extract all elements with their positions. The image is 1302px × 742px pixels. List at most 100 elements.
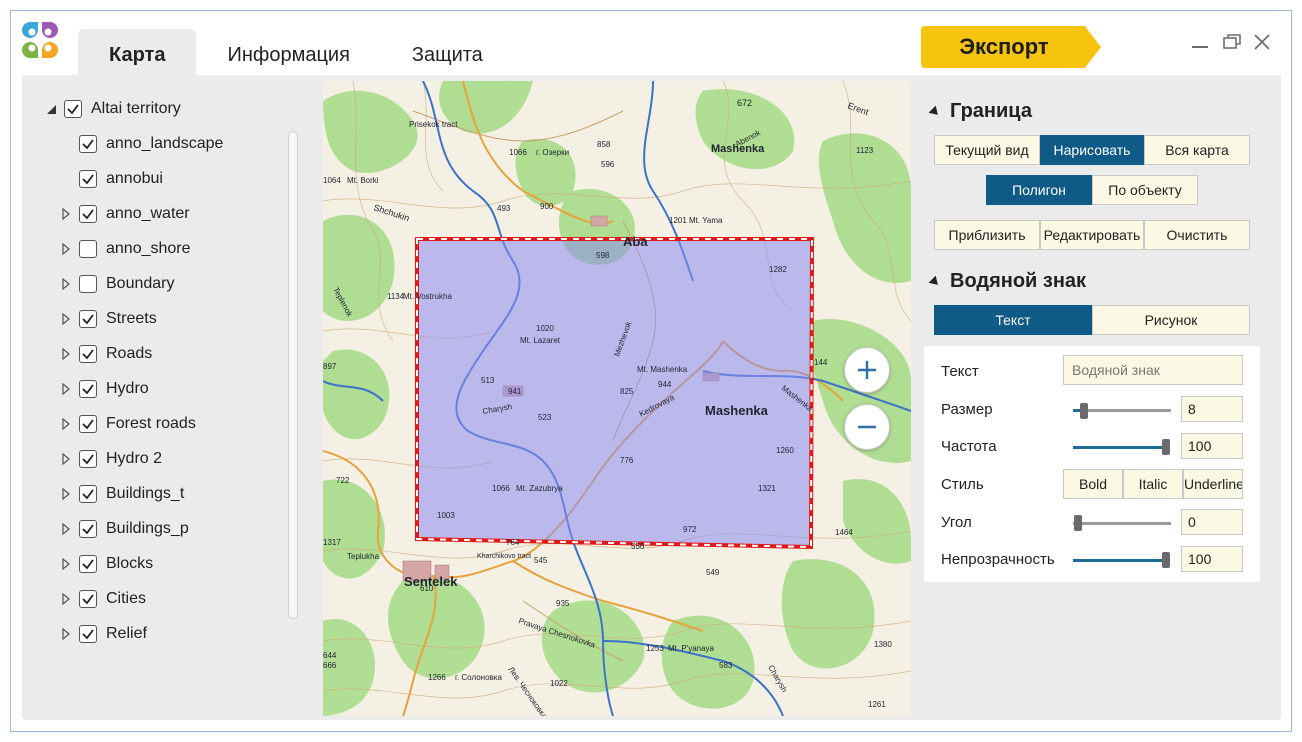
collapsed-arrow-icon[interactable]	[59, 270, 73, 298]
angle-slider[interactable]	[1073, 522, 1171, 525]
border-section-header[interactable]: Граница	[928, 100, 1032, 123]
map-label: 596	[601, 160, 615, 169]
layer-checkbox[interactable]	[79, 590, 97, 608]
map-label: 513	[481, 376, 495, 385]
layer-row[interactable]: Blocks	[59, 550, 153, 578]
close-icon[interactable]	[1250, 30, 1274, 54]
collapse-triangle-icon	[928, 105, 942, 118]
main-tabs: Карта Информация Защита	[78, 29, 514, 75]
opacity-input[interactable]: 100	[1181, 546, 1243, 572]
border-draw-button[interactable]: Нарисовать	[1040, 135, 1144, 165]
collapsed-arrow-icon[interactable]	[59, 200, 73, 228]
layer-row[interactable]: Streets	[59, 305, 157, 333]
border-section-title: Граница	[950, 100, 1032, 122]
border-polygon-button[interactable]: Полигон	[986, 175, 1092, 205]
collapsed-arrow-icon[interactable]	[59, 620, 73, 648]
opacity-slider[interactable]	[1073, 559, 1167, 562]
bold-button[interactable]: Bold	[1063, 469, 1123, 499]
collapsed-arrow-icon[interactable]	[59, 305, 73, 333]
layer-row[interactable]: Roads	[59, 340, 152, 368]
layer-row[interactable]: annobui	[59, 165, 163, 193]
layer-row[interactable]: Hydro 2	[59, 445, 162, 473]
tab-protection[interactable]: Защита	[381, 29, 514, 75]
layer-row[interactable]: Buildings_t	[59, 480, 184, 508]
layer-checkbox[interactable]	[79, 275, 97, 293]
layer-tree-scrollbar[interactable]	[288, 131, 298, 619]
collapsed-arrow-icon[interactable]	[59, 480, 73, 508]
layer-row[interactable]: anno_landscape	[59, 130, 223, 158]
layer-row[interactable]: Relief	[59, 620, 147, 648]
layer-row[interactable]: Altai territory	[44, 95, 181, 123]
collapsed-arrow-icon[interactable]	[59, 515, 73, 543]
layer-row[interactable]: Boundary	[59, 270, 175, 298]
layer-checkbox[interactable]	[79, 625, 97, 643]
angle-input[interactable]: 0	[1181, 509, 1243, 535]
layer-label: Boundary	[106, 275, 175, 292]
collapsed-arrow-icon[interactable]	[59, 585, 73, 613]
angle-slider-thumb[interactable]	[1074, 515, 1082, 531]
tab-info[interactable]: Информация	[196, 29, 380, 75]
collapsed-arrow-icon[interactable]	[59, 375, 73, 403]
selection-polygon[interactable]	[415, 237, 815, 550]
size-input[interactable]: 8	[1181, 396, 1243, 422]
layer-row[interactable]: Forest roads	[59, 410, 196, 438]
map-label: 545	[534, 556, 548, 565]
opacity-slider-thumb[interactable]	[1162, 552, 1170, 568]
border-current-view-button[interactable]: Текущий вид	[934, 135, 1040, 165]
layer-row[interactable]: anno_shore	[59, 235, 191, 263]
layer-checkbox[interactable]	[79, 205, 97, 223]
edit-button[interactable]: Редактировать	[1040, 220, 1144, 250]
expanded-arrow-icon[interactable]	[44, 95, 58, 123]
collapsed-arrow-icon[interactable]	[59, 550, 73, 578]
watermark-text-input[interactable]: Водяной знак	[1063, 355, 1243, 385]
layer-row[interactable]: Buildings_p	[59, 515, 189, 543]
underline-button[interactable]: Underline	[1183, 469, 1243, 499]
zoom-out-button[interactable]	[844, 404, 890, 450]
layer-row[interactable]: Cities	[59, 585, 146, 613]
layer-row[interactable]: Hydro	[59, 375, 149, 403]
map-label: 1464	[835, 528, 853, 537]
collapsed-arrow-icon[interactable]	[59, 340, 73, 368]
layer-checkbox[interactable]	[79, 170, 97, 188]
map-label: 1201	[669, 216, 687, 225]
italic-button[interactable]: Italic	[1123, 469, 1183, 499]
layer-checkbox[interactable]	[79, 555, 97, 573]
layer-checkbox[interactable]	[79, 485, 97, 503]
map-canvas[interactable]: 672 ErentPrisekok tract1066 г. Озерки85859…	[323, 81, 911, 716]
border-whole-map-button[interactable]: Вся карта	[1144, 135, 1250, 165]
layer-checkbox[interactable]	[79, 415, 97, 433]
layer-checkbox[interactable]	[79, 380, 97, 398]
frequency-input[interactable]: 100	[1181, 433, 1243, 459]
border-by-object-button[interactable]: По объекту	[1092, 175, 1198, 205]
zoom-to-button[interactable]: Приблизить	[934, 220, 1040, 250]
layer-checkbox[interactable]	[79, 135, 97, 153]
plus-icon	[858, 361, 876, 379]
collapsed-arrow-icon[interactable]	[59, 410, 73, 438]
zoom-in-button[interactable]	[844, 347, 890, 393]
layer-row[interactable]: anno_water	[59, 200, 190, 228]
map-label: 144	[814, 358, 828, 367]
clear-button[interactable]: Очистить	[1144, 220, 1250, 250]
layer-checkbox[interactable]	[79, 520, 97, 538]
size-slider-thumb[interactable]	[1080, 403, 1088, 419]
watermark-section-header[interactable]: Водяной знак	[928, 270, 1086, 293]
layer-checkbox[interactable]	[79, 310, 97, 328]
frequency-slider-thumb[interactable]	[1162, 439, 1170, 455]
map-label: Mt. Zazubrya	[516, 484, 563, 493]
map-view[interactable]: 672 Erent Prisekok tract 1066 г. Озерки 858 59…	[323, 81, 911, 716]
collapsed-arrow-icon[interactable]	[59, 445, 73, 473]
frequency-slider[interactable]	[1073, 446, 1167, 449]
layer-checkbox[interactable]	[64, 100, 82, 118]
tab-map[interactable]: Карта	[78, 29, 197, 75]
map-label: Mashenka	[705, 403, 769, 418]
watermark-image-tab[interactable]: Рисунок	[1092, 305, 1250, 335]
export-button[interactable]: Экспорт	[921, 26, 1101, 68]
watermark-text-tab[interactable]: Текст	[934, 305, 1092, 335]
restore-icon[interactable]	[1220, 30, 1244, 54]
layer-checkbox[interactable]	[79, 345, 97, 363]
layer-checkbox[interactable]	[79, 450, 97, 468]
collapsed-arrow-icon[interactable]	[59, 235, 73, 263]
minimize-icon[interactable]	[1188, 30, 1212, 54]
layer-checkbox[interactable]	[79, 240, 97, 258]
